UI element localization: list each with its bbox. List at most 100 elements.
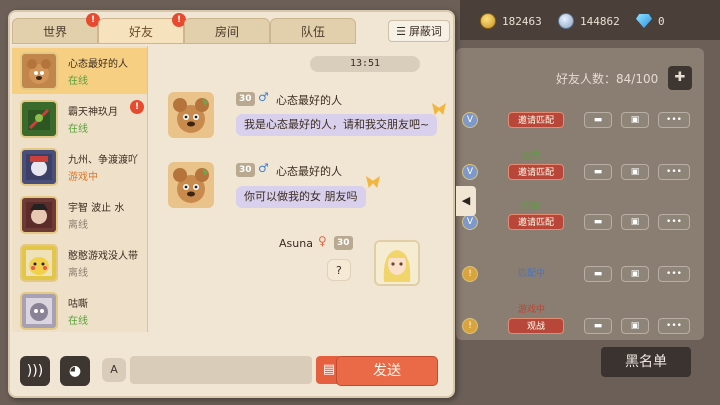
invite-match-button[interactable]: 邀请匹配: [508, 214, 564, 230]
invite-match-button[interactable]: 邀请匹配: [508, 112, 564, 128]
more-icon[interactable]: •••: [658, 112, 690, 128]
tab-label: 队伍: [300, 25, 325, 39]
collapse-chat-button[interactable]: ◀: [456, 186, 476, 216]
chat-icon[interactable]: ▬: [584, 112, 612, 128]
tab-room[interactable]: 房间: [184, 18, 270, 44]
avatar: [20, 52, 58, 90]
level-badge: 30: [236, 92, 255, 106]
avatar: [20, 244, 58, 282]
tab-label: 世界: [42, 25, 67, 39]
contact-list[interactable]: 心态最好的人 在线 霸天神玖月 在线 ! 九州、争渡渡吖 游戏中 宇智 波止 水…: [12, 46, 148, 332]
contact-item[interactable]: 咕嘶 在线: [12, 288, 147, 332]
more-icon[interactable]: •••: [658, 318, 690, 334]
message-bubble: 我是心态最好的人，请和我交朋友吧~: [236, 114, 438, 136]
silver-coin-icon: [558, 13, 574, 29]
gold-coin-icon: [480, 13, 496, 29]
self-avatar[interactable]: [374, 240, 420, 286]
sender-name: 心态最好的人: [276, 94, 342, 107]
contact-status: 在线: [68, 316, 88, 327]
contact-status: 离线: [68, 220, 88, 231]
tab-team[interactable]: 队伍: [270, 18, 356, 44]
level-badge: 30: [236, 163, 255, 177]
self-name: Asuna: [279, 237, 313, 250]
add-user-icon: ✚: [674, 70, 686, 85]
diamond-icon: [636, 14, 652, 28]
contact-name: 心态最好的人: [68, 59, 128, 70]
message-icon: ▤: [322, 362, 336, 377]
silver-currency: 144862: [558, 12, 620, 30]
spectate-button[interactable]: 观战: [508, 318, 564, 334]
tab-label: 好友: [128, 25, 153, 39]
diamond-amount: 0: [658, 14, 665, 28]
more-icon[interactable]: •••: [658, 266, 690, 282]
gold-currency: 182463: [480, 12, 542, 30]
more-icon[interactable]: •••: [658, 164, 690, 180]
contact-name: 咕嘶: [68, 299, 88, 310]
contact-status: 离线: [68, 268, 88, 279]
contact-item[interactable]: 心态最好的人 在线: [12, 48, 147, 94]
more-icon[interactable]: •••: [658, 214, 690, 230]
vip-icon: V: [462, 214, 478, 230]
notification-badge: !: [130, 100, 144, 114]
gift-icon[interactable]: ▣: [621, 214, 649, 230]
gift-icon[interactable]: ▣: [621, 112, 649, 128]
sender-avatar[interactable]: [168, 92, 214, 138]
mouse-face-icon: ◕: [68, 363, 82, 379]
chat-icon[interactable]: ▬: [584, 214, 612, 230]
chat-timestamp: 13:51: [310, 56, 420, 72]
gift-icon[interactable]: ▣: [621, 318, 649, 334]
diamond-currency[interactable]: 0: [636, 12, 665, 30]
send-button[interactable]: 发送: [336, 356, 438, 386]
chat-icon[interactable]: ▬: [584, 266, 612, 282]
chat-input[interactable]: [130, 356, 312, 384]
voice-button[interactable]: ))): [20, 356, 50, 386]
vip-icon: V: [462, 164, 478, 180]
tab-label: 房间: [214, 25, 239, 39]
male-icon: ♂: [258, 90, 269, 104]
avatar: [20, 196, 58, 234]
contact-name: 霸天神玖月: [68, 107, 118, 118]
male-icon: ♂: [258, 161, 269, 175]
chat-input-bar: ))) ◕ A ▤ 发送: [12, 348, 444, 388]
mute-words-label: 屏蔽词: [408, 25, 442, 38]
level-badge: 30: [334, 236, 353, 250]
friend-status: 在线: [522, 151, 541, 161]
contact-status: 在线: [68, 124, 88, 135]
gift-icon[interactable]: ▣: [621, 266, 649, 282]
sender-avatar[interactable]: [168, 162, 214, 208]
message-bubble: 你可以做我的女 朋友吗: [236, 186, 366, 208]
contact-name: 宇智 波止 水: [68, 203, 125, 214]
alert-icon: !: [462, 266, 478, 282]
add-friend-button[interactable]: ✚: [668, 66, 692, 90]
blacklist-button[interactable]: 黑名单: [601, 347, 691, 377]
avatar: [20, 292, 58, 330]
tab-world[interactable]: 世界 !: [12, 13, 100, 44]
friend-status: 在线: [522, 202, 541, 212]
avatar: [20, 148, 58, 186]
text-input-icon: A: [110, 363, 118, 376]
contact-name: 憨憨游戏没人带: [68, 251, 138, 262]
contact-item[interactable]: 霸天神玖月 在线 !: [12, 96, 147, 142]
contact-status: 游戏中: [68, 172, 98, 183]
contact-item[interactable]: 九州、争渡渡吖 游戏中: [12, 144, 147, 190]
friend-status: 匹配中: [518, 269, 546, 279]
emote-button[interactable]: ◕: [60, 356, 90, 386]
chat-icon[interactable]: ▬: [584, 318, 612, 334]
contact-item[interactable]: 宇智 波止 水 离线: [12, 192, 147, 238]
friend-status: 游戏中: [518, 305, 546, 315]
friend-count: 好友人数：84/100: [556, 72, 659, 86]
alert-icon: !: [462, 318, 478, 334]
avatar: [20, 100, 58, 138]
contact-item[interactable]: 憨憨游戏没人带 离线: [12, 240, 147, 286]
gift-icon[interactable]: ▣: [621, 164, 649, 180]
keyboard-toggle-button[interactable]: A: [102, 358, 126, 382]
tab-friends[interactable]: 好友 !: [98, 13, 186, 44]
chat-icon[interactable]: ▬: [584, 164, 612, 180]
list-icon: ☰: [396, 24, 406, 38]
chevron-left-icon: ◀: [461, 194, 471, 207]
invite-match-button[interactable]: 邀请匹配: [508, 164, 564, 180]
mute-words-button[interactable]: ☰ 屏蔽词: [388, 20, 450, 42]
gold-amount: 182463: [502, 14, 542, 28]
chat-tabs: 世界 ! 好友 ! 房间 队伍: [12, 13, 356, 44]
contact-status: 在线: [68, 76, 88, 87]
